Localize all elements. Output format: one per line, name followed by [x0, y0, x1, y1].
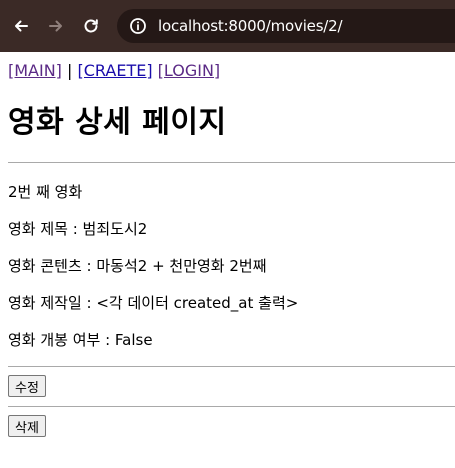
movie-release-status: 영화 개봉 여부 : False — [8, 331, 153, 349]
page-content: [MAIN] | [CRAETE] [LOGIN] 영화 상세 페이지 2번 째… — [0, 60, 455, 437]
url-path: :8000/movies/2/ — [223, 17, 343, 35]
reload-icon[interactable] — [78, 13, 104, 39]
site-info-icon[interactable] — [127, 15, 149, 37]
address-bar[interactable]: localhost:8000/movies/2/ — [117, 9, 455, 43]
divider — [8, 406, 455, 407]
delete-button[interactable]: 삭제 — [8, 415, 46, 437]
movie-created-at: 영화 제작일 : <각 데이터 created_at 출력> — [8, 294, 299, 312]
divider — [8, 162, 455, 163]
page-title: 영화 상세 페이지 — [8, 105, 227, 140]
movie-title: 영화 제목 : 범죄도시2 — [8, 220, 148, 238]
url-text: localhost:8000/movies/2/ — [158, 17, 343, 35]
divider — [8, 366, 455, 367]
edit-button[interactable]: 수정 — [8, 375, 46, 397]
arrow-left-icon[interactable] — [8, 13, 34, 39]
movie-content: 영화 콘텐츠 : 마동석2 + 천만영화 2번째 — [8, 257, 267, 275]
arrow-right-icon[interactable] — [43, 13, 69, 39]
top-navigation: [MAIN] | [CRAETE] [LOGIN] — [8, 60, 447, 82]
login-link[interactable]: [LOGIN] — [158, 61, 221, 80]
main-link[interactable]: [MAIN] — [8, 61, 62, 80]
edit-form: 수정 — [8, 375, 447, 397]
delete-form: 삭제 — [8, 415, 447, 437]
movie-number: 2번 째 영화 — [8, 183, 83, 201]
create-link[interactable]: [CRAETE] — [78, 61, 153, 80]
browser-toolbar: localhost:8000/movies/2/ — [0, 0, 455, 52]
url-host: localhost — [158, 17, 224, 35]
nav-separator: | — [67, 61, 73, 80]
